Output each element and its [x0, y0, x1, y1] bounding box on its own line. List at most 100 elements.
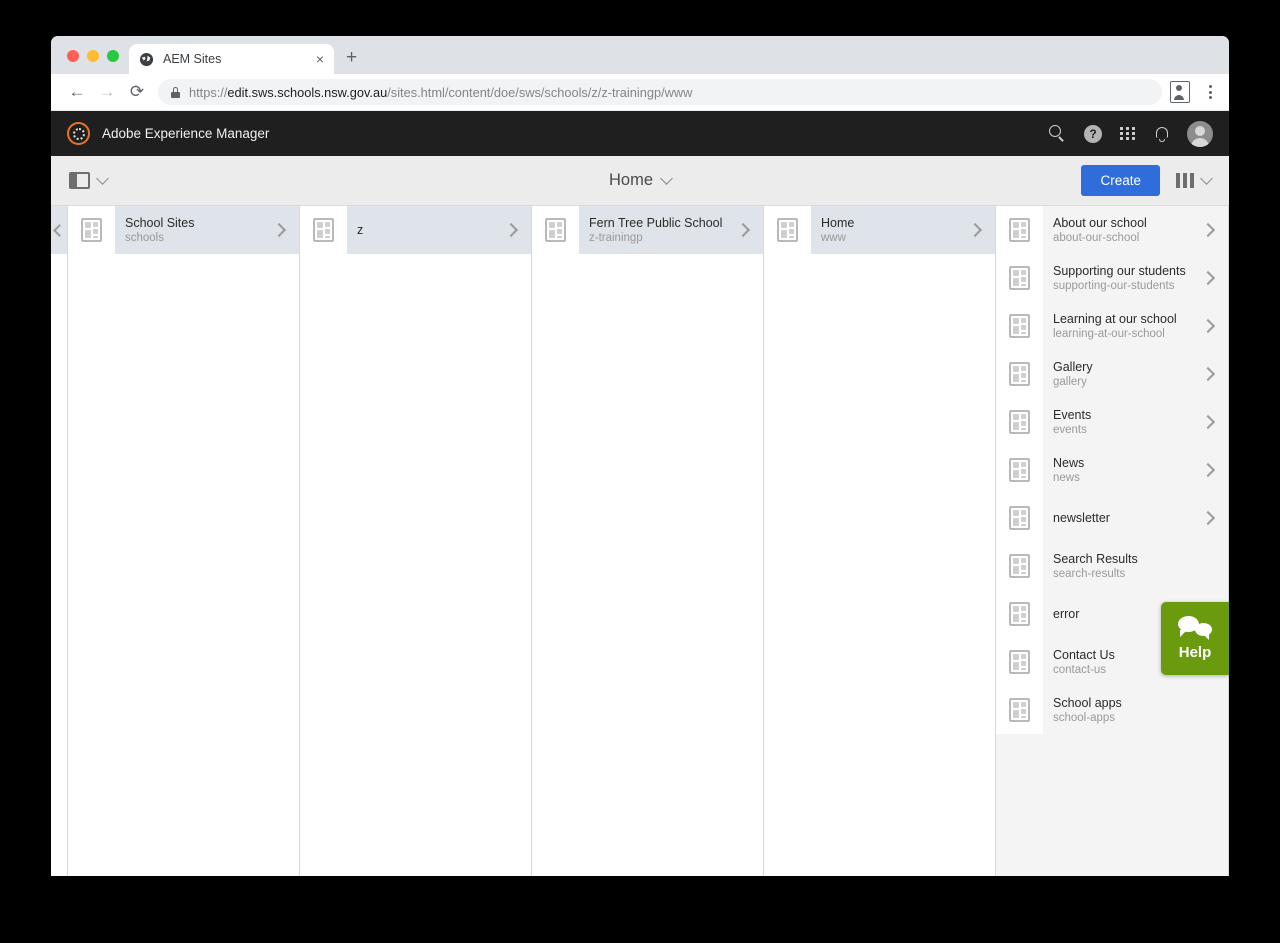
- row-text: z: [347, 223, 506, 237]
- title-chevron-down-icon[interactable]: [660, 172, 673, 185]
- browser-menu-button[interactable]: [1202, 85, 1218, 99]
- rail-toggle-button[interactable]: [69, 172, 109, 189]
- table-row[interactable]: Fern Tree Public School z-trainingp: [532, 206, 763, 254]
- row-title: School Sites: [125, 216, 195, 230]
- row-text: School Sites schools: [115, 216, 274, 244]
- row-subtitle: supporting-our-students: [1053, 280, 1175, 292]
- close-window-button[interactable]: [67, 50, 79, 62]
- forward-button[interactable]: →: [92, 77, 122, 107]
- row-text: Supporting our students supporting-our-st…: [1043, 264, 1203, 292]
- page-icon: [545, 218, 566, 242]
- page-icon: [1009, 458, 1030, 482]
- url-domain: edit.sws.schools.nsw.gov.au: [227, 84, 388, 100]
- help-widget-button[interactable]: Help: [1161, 602, 1229, 675]
- minimize-window-button[interactable]: [87, 50, 99, 62]
- aem-toolbar: Home Create: [51, 156, 1229, 206]
- list-item[interactable]: About our school about-our-school: [996, 206, 1228, 254]
- bell-icon[interactable]: [1154, 119, 1169, 149]
- page-icon: [1009, 506, 1030, 530]
- page-icon: [1009, 218, 1030, 242]
- globe-favicon-icon: [139, 51, 154, 67]
- row-subtitle: events: [1053, 424, 1087, 436]
- chevron-right-icon: [735, 222, 751, 238]
- list-item[interactable]: Supporting our students supporting-our-st…: [996, 254, 1228, 302]
- profile-card-icon[interactable]: [1170, 81, 1190, 103]
- page-thumbnail: [996, 398, 1043, 446]
- browser-tabstrip: AEM Sites × +: [51, 36, 1229, 74]
- row-title: Learning at our school: [1053, 312, 1177, 326]
- children-column: About our school about-our-school Supporti…: [996, 206, 1229, 876]
- page-thumbnail: [996, 206, 1043, 254]
- chevron-right-icon: [1200, 510, 1216, 526]
- row-text: About our school about-our-school: [1043, 216, 1203, 244]
- aem-product-title: Adobe Experience Manager: [102, 126, 270, 141]
- window-controls: [67, 50, 119, 62]
- column-browser: School Sites schools z Fern Tree Public …: [51, 206, 1229, 876]
- view-switcher-button[interactable]: [1176, 172, 1213, 188]
- breadcrumb-column-2: Fern Tree Public School z-trainingp: [532, 206, 764, 876]
- row-subtitle: schools: [125, 232, 164, 244]
- table-row[interactable]: School Sites schools: [68, 206, 299, 254]
- back-button[interactable]: ←: [62, 77, 92, 107]
- close-tab-button[interactable]: ×: [316, 52, 324, 66]
- column-overflow-left: [51, 206, 68, 876]
- table-row[interactable]: z: [300, 206, 531, 254]
- page-icon: [81, 218, 102, 242]
- list-item[interactable]: Search Results search-results: [996, 542, 1228, 590]
- row-text: Events events: [1043, 408, 1203, 436]
- page-thumbnail: [996, 302, 1043, 350]
- panel-rail-icon: [69, 172, 90, 189]
- user-avatar[interactable]: [1187, 120, 1213, 147]
- maximize-window-button[interactable]: [107, 50, 119, 62]
- url-text: https://edit.sws.schools.nsw.gov.au/site…: [189, 85, 692, 100]
- row-title: Supporting our students: [1053, 264, 1186, 278]
- chevron-right-icon: [1200, 270, 1216, 286]
- overflow-row[interactable]: [51, 206, 67, 254]
- row-title: Fern Tree Public School: [589, 216, 723, 230]
- toolbar-title-group: Home: [51, 171, 1229, 190]
- apps-grid-icon[interactable]: [1120, 119, 1136, 149]
- breadcrumb-column-0: School Sites schools: [68, 206, 300, 876]
- row-text: Home www: [811, 216, 970, 244]
- row-title: newsletter: [1053, 511, 1110, 525]
- tab-title: AEM Sites: [163, 52, 222, 66]
- browser-tab[interactable]: AEM Sites ×: [129, 44, 334, 74]
- page-thumbnail: [996, 686, 1043, 734]
- row-text: Search Results search-results: [1043, 552, 1228, 580]
- breadcrumb-column-3: Home www: [764, 206, 996, 876]
- list-item[interactable]: newsletter: [996, 494, 1228, 542]
- list-item[interactable]: News news: [996, 446, 1228, 494]
- new-tab-button[interactable]: +: [346, 48, 357, 67]
- row-subtitle: gallery: [1053, 376, 1087, 388]
- page-icon: [777, 218, 798, 242]
- page-thumbnail: [68, 206, 115, 254]
- search-icon[interactable]: [1049, 119, 1066, 149]
- page-thumbnail: [996, 446, 1043, 494]
- row-text: News news: [1043, 456, 1203, 484]
- url-path: /sites.html/content/doe/sws/schools/z/z-…: [387, 84, 693, 100]
- chevron-left-icon: [53, 223, 66, 237]
- row-text: School apps school-apps: [1043, 696, 1228, 724]
- create-button[interactable]: Create: [1081, 165, 1160, 196]
- address-bar[interactable]: https://edit.sws.schools.nsw.gov.au/site…: [158, 79, 1162, 105]
- list-item[interactable]: Learning at our school learning-at-our-sc…: [996, 302, 1228, 350]
- reload-button[interactable]: ⟳: [122, 77, 152, 107]
- aem-header-actions: ?: [1049, 119, 1213, 149]
- row-subtitle: search-results: [1053, 568, 1126, 580]
- chevron-right-icon: [1200, 414, 1216, 430]
- list-item[interactable]: Gallery gallery: [996, 350, 1228, 398]
- chevron-right-icon: [503, 222, 519, 238]
- adobe-experience-manager-logo-icon[interactable]: [67, 122, 90, 145]
- row-subtitle: www: [821, 232, 846, 244]
- chevron-right-icon: [1200, 222, 1216, 238]
- list-item[interactable]: School apps school-apps: [996, 686, 1228, 734]
- row-text: Fern Tree Public School z-trainingp: [579, 216, 738, 244]
- help-icon[interactable]: ?: [1084, 119, 1102, 149]
- row-title: z: [357, 223, 364, 237]
- page-icon: [1009, 650, 1030, 674]
- table-row[interactable]: Home www: [764, 206, 995, 254]
- page-icon: [1009, 602, 1030, 626]
- list-item[interactable]: Events events: [996, 398, 1228, 446]
- page-thumbnail: [996, 494, 1043, 542]
- page-thumbnail: [532, 206, 579, 254]
